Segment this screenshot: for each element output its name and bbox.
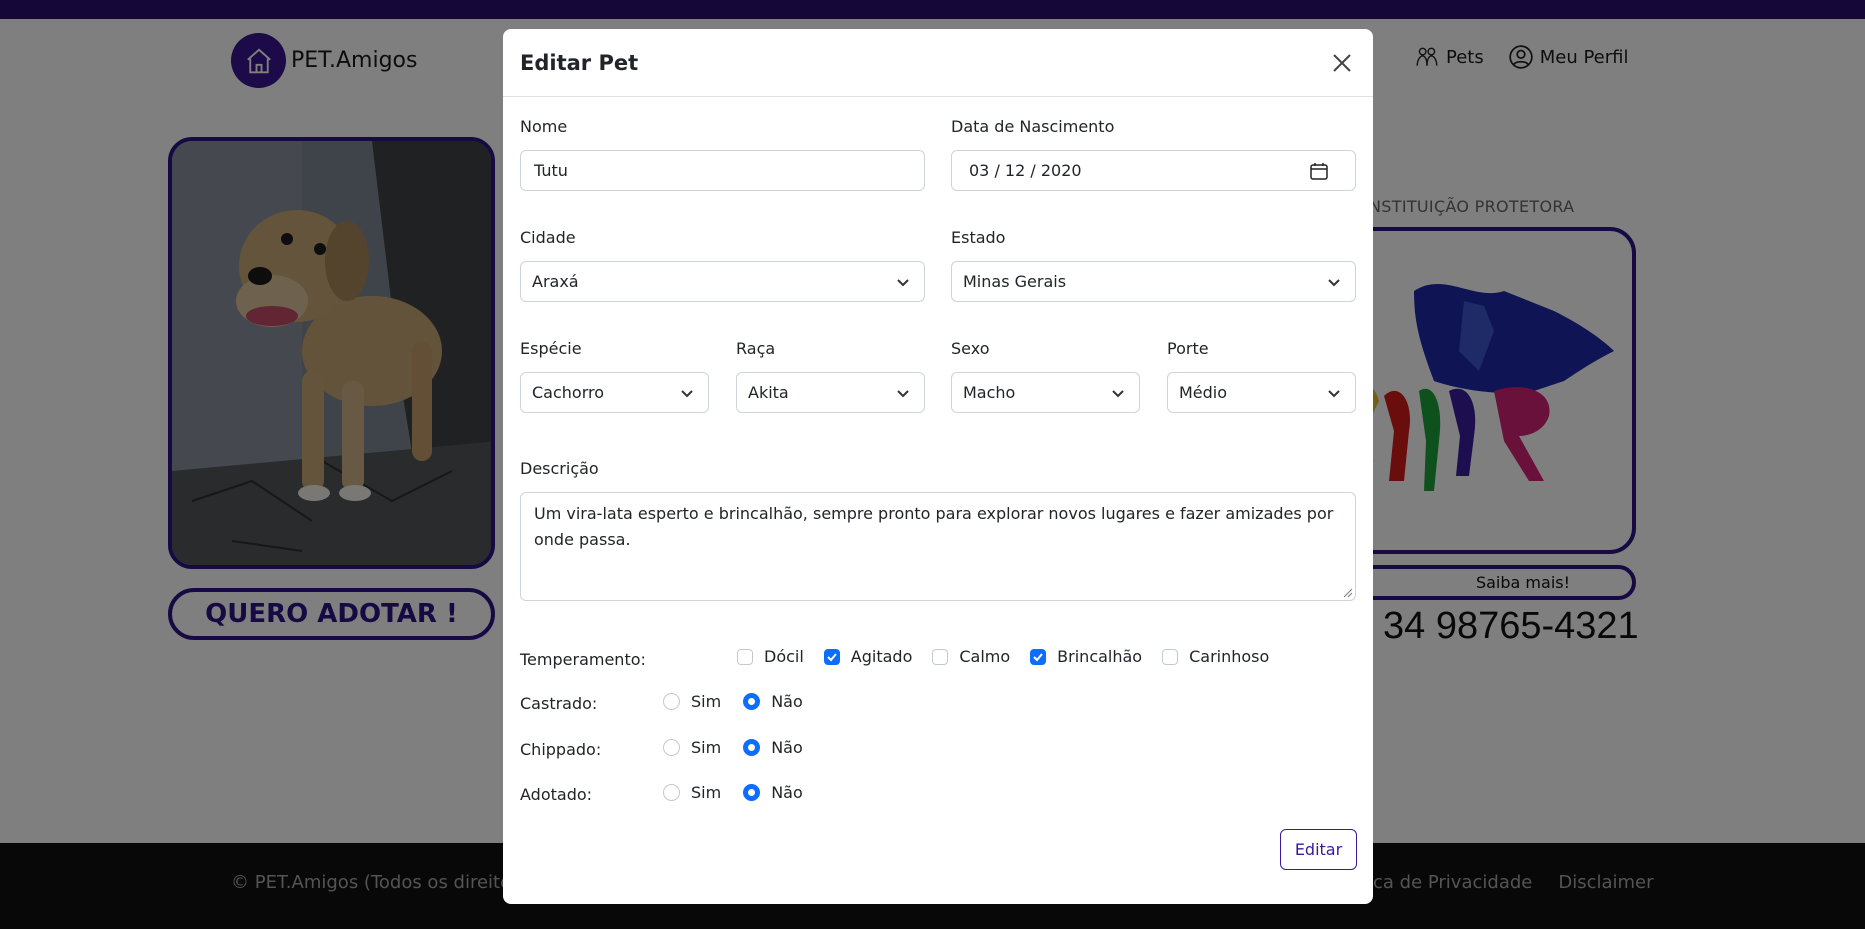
radio-adotado-nao[interactable] <box>743 784 761 801</box>
porte-label: Porte <box>1167 339 1209 358</box>
check-icon <box>827 652 837 661</box>
chippado-nao[interactable]: Não <box>743 738 803 757</box>
estado-value: Minas Gerais <box>963 272 1067 291</box>
sexo-label: Sexo <box>951 339 990 358</box>
cidade-value: Araxá <box>532 272 579 291</box>
modal-title: Editar Pet <box>520 50 639 75</box>
chippado-options: Sim Não <box>663 738 825 757</box>
adotado-sim-label: Sim <box>691 783 722 802</box>
cidade-label: Cidade <box>520 228 576 247</box>
raca-label: Raça <box>736 339 776 358</box>
temperamento-brincalhao-label: Brincalhão <box>1057 647 1143 666</box>
check-icon <box>1033 652 1043 661</box>
estado-select[interactable]: Minas Gerais <box>951 261 1356 302</box>
temperamento-docil[interactable]: Dócil <box>737 647 804 666</box>
radio-chippado-sim[interactable] <box>663 739 680 756</box>
temperamento-docil-label: Dócil <box>764 647 804 666</box>
sexo-value: Macho <box>963 383 1016 402</box>
nascimento-value: 03 / 12 / 2020 <box>969 161 1082 180</box>
cidade-select[interactable]: Araxá <box>520 261 925 302</box>
raca-select[interactable]: Akita <box>736 372 925 413</box>
edit-pet-modal: Editar Pet Nome Tutu Data de Nascimento … <box>503 29 1373 904</box>
calendar-icon[interactable] <box>1309 161 1329 181</box>
especie-select[interactable]: Cachorro <box>520 372 709 413</box>
close-button[interactable] <box>1328 49 1356 77</box>
temperamento-calmo[interactable]: Calmo <box>932 647 1010 666</box>
descricao-value: Um vira-lata esperto e brincalhão, sempr… <box>534 504 1334 549</box>
adotado-options: Sim Não <box>663 783 825 802</box>
chippado-label: Chippado: <box>520 740 602 759</box>
checkbox-brincalhao[interactable] <box>1030 648 1047 665</box>
checkbox-docil[interactable] <box>737 648 753 665</box>
castrado-nao-label: Não <box>771 692 803 711</box>
radio-adotado-sim[interactable] <box>663 784 680 801</box>
castrado-options: Sim Não <box>663 692 825 711</box>
castrado-sim[interactable]: Sim <box>663 692 721 711</box>
estado-label: Estado <box>951 228 1006 247</box>
chevron-down-icon <box>1328 279 1340 287</box>
nascimento-input[interactable]: 03 / 12 / 2020 <box>951 150 1356 191</box>
porte-value: Médio <box>1179 383 1228 402</box>
checkbox-calmo[interactable] <box>932 648 949 665</box>
temperamento-options: Dócil Agitado Calmo Brincalhão Carinhoso <box>737 647 1289 666</box>
sexo-select[interactable]: Macho <box>951 372 1140 413</box>
temperamento-carinhoso-label: Carinhoso <box>1189 647 1270 666</box>
adotado-nao-label: Não <box>771 783 803 802</box>
radio-castrado-nao[interactable] <box>743 693 761 710</box>
radio-chippado-nao[interactable] <box>743 739 761 756</box>
submit-edit-button[interactable]: Editar <box>1280 829 1357 870</box>
chevron-down-icon <box>1112 390 1124 398</box>
nome-value: Tutu <box>534 161 568 180</box>
close-icon <box>1333 53 1351 72</box>
temperamento-calmo-label: Calmo <box>959 647 1011 666</box>
adotado-sim[interactable]: Sim <box>663 783 721 802</box>
castrado-nao[interactable]: Não <box>743 692 803 711</box>
nome-label: Nome <box>520 117 568 136</box>
chevron-down-icon <box>681 390 693 398</box>
radio-castrado-sim[interactable] <box>663 693 680 710</box>
raca-value: Akita <box>748 383 789 402</box>
nome-input[interactable]: Tutu <box>520 150 925 191</box>
especie-value: Cachorro <box>532 383 605 402</box>
castrado-label: Castrado: <box>520 694 598 713</box>
adotado-label: Adotado: <box>520 785 593 804</box>
temperamento-agitado-label: Agitado <box>850 647 913 666</box>
nascimento-label: Data de Nascimento <box>951 117 1115 136</box>
temperamento-agitado[interactable]: Agitado <box>823 647 913 666</box>
checkbox-agitado[interactable] <box>823 648 840 665</box>
temperamento-label: Temperamento: <box>520 650 646 669</box>
chevron-down-icon <box>1328 390 1340 398</box>
chippado-sim[interactable]: Sim <box>663 738 721 757</box>
temperamento-brincalhao[interactable]: Brincalhão <box>1030 647 1142 666</box>
checkbox-carinhoso[interactable] <box>1162 648 1179 665</box>
descricao-label: Descrição <box>520 459 599 478</box>
temperamento-carinhoso[interactable]: Carinhoso <box>1162 647 1269 666</box>
adotado-nao[interactable]: Não <box>743 783 803 802</box>
resize-grip-icon[interactable] <box>1343 588 1353 598</box>
modal-header: Editar Pet <box>503 29 1373 97</box>
especie-label: Espécie <box>520 339 582 358</box>
chippado-nao-label: Não <box>771 738 803 757</box>
castrado-sim-label: Sim <box>691 692 722 711</box>
chippado-sim-label: Sim <box>691 738 722 757</box>
porte-select[interactable]: Médio <box>1167 372 1356 413</box>
chevron-down-icon <box>897 390 909 398</box>
descricao-textarea[interactable]: Um vira-lata esperto e brincalhão, sempr… <box>520 492 1356 601</box>
chevron-down-icon <box>897 279 909 287</box>
